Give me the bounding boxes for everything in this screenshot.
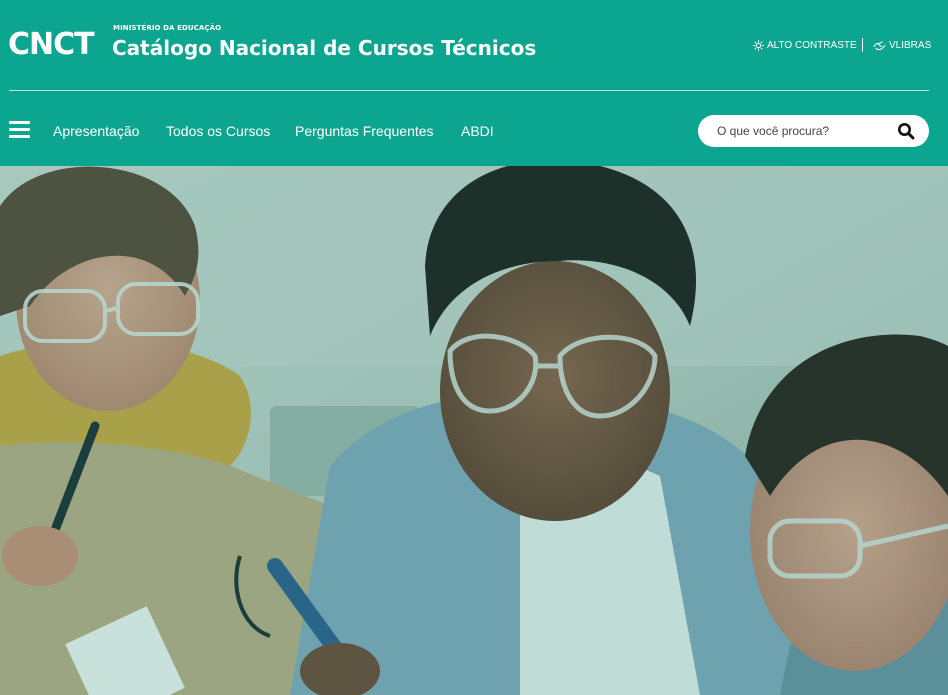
hamburger-menu-icon[interactable] [9,121,30,139]
search-icon[interactable] [897,122,915,140]
high-contrast-toggle[interactable]: ALTO CONTRASTE [753,38,857,52]
high-contrast-label: ALTO CONTRASTE [767,39,857,51]
nav-item-apresentacao[interactable]: Apresentação [53,123,139,141]
nav-item-todos-os-cursos[interactable]: Todos os Cursos [166,123,270,141]
vlibras-label: VLIBRAS [889,39,932,51]
nav-item-abdi[interactable]: ABDI [461,123,494,141]
hero-image [0,166,948,695]
hand-sign-icon [873,40,886,50]
search-input[interactable] [717,122,887,140]
site-title[interactable]: Catálogo Nacional de Cursos Técnicos [112,36,536,60]
search-box [698,115,929,147]
cnct-logo[interactable]: CNCT [8,27,95,63]
utility-separator [862,38,863,52]
site-header: CNCT MINISTÉRIO DA EDUCAÇÃO Catálogo Nac… [0,0,948,166]
nav-item-perguntas-frequentes[interactable]: Perguntas Frequentes [295,123,434,141]
vlibras-button[interactable]: VLIBRAS [873,38,931,52]
sun-icon [753,39,764,51]
ministry-label: MINISTÉRIO DA EDUCAÇÃO [113,24,222,32]
header-divider [9,90,929,91]
students-with-safety-glasses-photo [0,166,948,695]
